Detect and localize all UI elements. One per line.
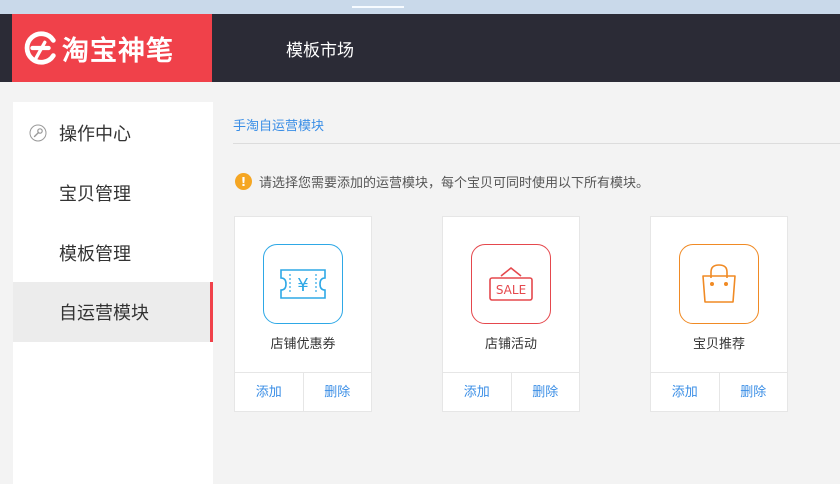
card-title: 店铺活动 (484, 337, 537, 352)
main-content: 手淘自运营模块 ! 请选择您需要添加的运营模块，每个宝贝可同时使用以下所有模块。… (233, 102, 840, 484)
header: 淘宝神笔 模板市场 (0, 14, 840, 82)
sale-icon: SALE (471, 244, 551, 324)
divider (233, 143, 840, 144)
module-card-recommend: 宝贝推荐 添加 删除 (650, 216, 788, 412)
sidebar-item-label: 模板管理 (59, 244, 131, 265)
nav-template-market[interactable]: 模板市场 (286, 36, 354, 61)
card-actions: 添加 删除 (443, 372, 579, 412)
sidebar-item-item-management[interactable]: 宝贝管理 (13, 163, 213, 223)
sidebar: 操作中心 宝贝管理 模板管理 自运营模块 (13, 102, 213, 484)
shopping-bag-icon (679, 244, 759, 324)
delete-button[interactable]: 删除 (718, 373, 788, 412)
sidebar-item-template-management[interactable]: 模板管理 (13, 223, 213, 283)
delete-button[interactable]: 删除 (302, 373, 372, 412)
wrench-icon (29, 124, 47, 142)
logo-text: 淘宝神笔 (62, 35, 174, 67)
warning-icon: ! (235, 173, 252, 190)
module-card-coupon: ¥ 店铺优惠券 添加 删除 (234, 216, 372, 412)
add-button[interactable]: 添加 (651, 373, 719, 412)
notice: ! 请选择您需要添加的运营模块，每个宝贝可同时使用以下所有模块。 (235, 172, 649, 191)
coupon-icon: ¥ (263, 244, 343, 324)
add-button[interactable]: 添加 (235, 373, 303, 412)
card-title: 店铺优惠券 (270, 337, 336, 352)
sidebar-item-label: 操作中心 (59, 124, 131, 145)
yen-symbol: ¥ (297, 275, 308, 296)
sidebar-item-self-operation-module[interactable]: 自运营模块 (13, 282, 213, 342)
add-button[interactable]: 添加 (443, 373, 511, 412)
tab-indicator (352, 6, 404, 8)
sidebar-item-label: 宝贝管理 (59, 184, 131, 205)
module-card-activity: SALE 店铺活动 添加 删除 (442, 216, 580, 412)
sidebar-item-operation-center[interactable]: 操作中心 (13, 103, 213, 163)
card-actions: 添加 删除 (651, 372, 787, 412)
window-top-strip (0, 0, 840, 14)
card-actions: 添加 删除 (235, 372, 371, 412)
sidebar-item-label: 自运营模块 (59, 303, 149, 324)
delete-button[interactable]: 删除 (510, 373, 580, 412)
breadcrumb[interactable]: 手淘自运营模块 (233, 115, 324, 134)
brand-e-icon (24, 31, 56, 65)
logo[interactable]: 淘宝神笔 (12, 14, 212, 82)
notice-text: 请选择您需要添加的运营模块，每个宝贝可同时使用以下所有模块。 (259, 176, 650, 191)
sale-label: SALE (496, 283, 526, 297)
card-title: 宝贝推荐 (692, 337, 745, 352)
